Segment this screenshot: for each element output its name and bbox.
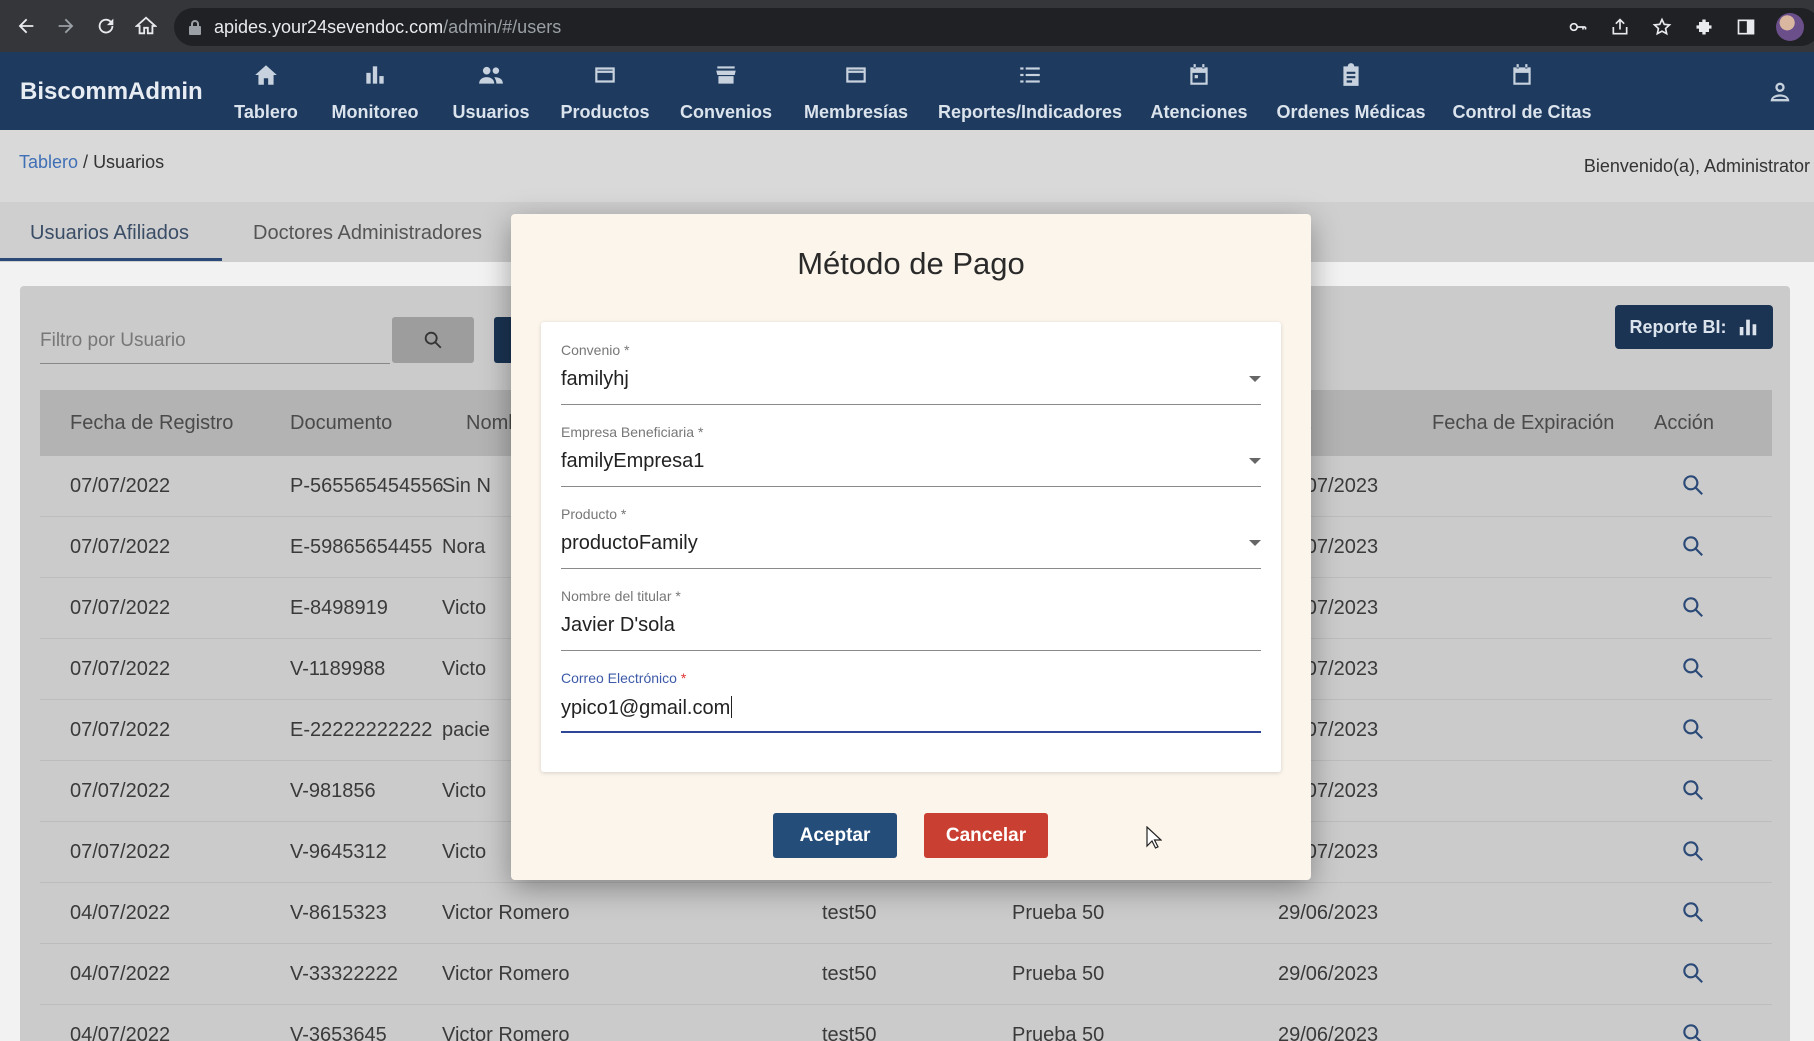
field-underline (561, 568, 1261, 569)
field-value: familyhj (561, 368, 629, 390)
nav-label: Usuarios (452, 102, 530, 122)
accept-button[interactable]: Aceptar (773, 813, 897, 858)
cancel-button[interactable]: Cancelar (924, 813, 1048, 858)
nav-label: Convenios (680, 102, 773, 122)
nav-convenios[interactable]: Convenios (680, 58, 772, 126)
payment-form: Convenio * familyhj Empresa Beneficiaria… (541, 322, 1281, 772)
field-label: Convenio * (561, 342, 630, 358)
producto-select[interactable]: Producto * productoFamily (561, 506, 1261, 582)
mouse-pointer-icon (1146, 826, 1162, 849)
lock-icon (189, 20, 201, 35)
field-label: Producto * (561, 506, 627, 522)
user-account-icon[interactable] (1766, 78, 1794, 106)
field-label-text: Correo Electrónico (561, 670, 677, 686)
dropdown-arrow-icon[interactable] (1249, 458, 1261, 464)
url-path: /admin/#/users (443, 16, 562, 37)
nav-label: Tablero (234, 102, 298, 122)
field-value: productoFamily (561, 532, 698, 554)
home-icon[interactable] (126, 6, 166, 46)
nombre-titular-input[interactable]: Nombre del titular * Javier D'sola (561, 588, 1261, 664)
back-icon[interactable] (6, 6, 46, 46)
app-header: BiscommAdmin Tablero Monitoreo Usuarios … (0, 52, 1814, 130)
brand-logo[interactable]: BiscommAdmin (20, 78, 203, 106)
reload-icon[interactable] (86, 6, 126, 46)
calendar-icon (1513, 64, 1531, 85)
nav-label: Ordenes Médicas (1276, 102, 1426, 122)
field-label: Nombre del titular * (561, 588, 681, 604)
field-value: ypico1@gmail.com (561, 696, 733, 720)
nav-usuarios[interactable]: Usuarios (452, 58, 530, 126)
nav-label: Monitoreo (331, 102, 419, 122)
field-underline (561, 650, 1261, 651)
nav-reportes[interactable]: Reportes/Indicadores (938, 58, 1122, 126)
text-cursor (731, 696, 733, 718)
bar-chart-icon (366, 66, 384, 84)
card-icon (846, 67, 866, 83)
home-icon (255, 65, 277, 85)
nav-ordenes-medicas[interactable]: Ordenes Médicas (1276, 58, 1426, 126)
field-label: Empresa Beneficiaria * (561, 424, 704, 440)
correo-electronico-input[interactable]: Correo Electrónico * ypico1@gmail.com (561, 670, 1261, 746)
dropdown-arrow-icon[interactable] (1249, 540, 1261, 546)
nav-label: Reportes/Indicadores (937, 102, 1123, 122)
field-label: Correo Electrónico * (561, 670, 686, 686)
nav-label: Productos (560, 102, 650, 122)
dropdown-arrow-icon[interactable] (1249, 376, 1261, 382)
nav-label: Membresías (803, 102, 909, 122)
field-underline (561, 404, 1261, 405)
extensions-icon[interactable] (1692, 15, 1716, 39)
nav-label: Control de Citas (1452, 102, 1592, 122)
field-underline (561, 486, 1261, 487)
profile-avatar[interactable] (1776, 13, 1804, 41)
nav-membresias[interactable]: Membresías (803, 58, 909, 126)
card-icon (595, 67, 615, 83)
field-underline (561, 731, 1261, 733)
empresa-beneficiaria-select[interactable]: Empresa Beneficiaria * familyEmpresa1 (561, 424, 1261, 500)
nav-monitoreo[interactable]: Monitoreo (331, 58, 419, 126)
key-icon[interactable] (1566, 15, 1590, 39)
nav-atenciones[interactable]: Atenciones (1150, 58, 1248, 126)
url-host: apides.your24sevendoc.com (214, 16, 444, 37)
required-marker: * (680, 670, 687, 686)
forward-icon[interactable] (46, 6, 86, 46)
nav-tablero[interactable]: Tablero (234, 58, 298, 126)
calendar-icon (1190, 64, 1208, 85)
store-icon (716, 66, 736, 84)
dialog-title: Método de Pago (797, 246, 1025, 281)
nav-label: Atenciones (1150, 102, 1248, 122)
nav-productos[interactable]: Productos (561, 58, 650, 126)
field-value: Javier D'sola (561, 614, 675, 636)
star-icon[interactable] (1650, 15, 1674, 39)
share-icon[interactable] (1608, 15, 1632, 39)
list-icon (1020, 67, 1040, 83)
people-icon (479, 66, 503, 84)
field-value-text: ypico1@gmail.com (561, 697, 731, 719)
field-value: familyEmpresa1 (561, 450, 705, 472)
sidepanel-icon[interactable] (1734, 15, 1758, 39)
browser-toolbar: apides.your24sevendoc.com/admin/#/users (0, 0, 1814, 52)
nav-control-citas[interactable]: Control de Citas (1453, 58, 1592, 126)
payment-method-dialog: Método de Pago Convenio * familyhj Empre… (511, 214, 1311, 880)
convenio-select[interactable]: Convenio * familyhj (561, 342, 1261, 418)
clipboard-icon (1343, 63, 1359, 86)
